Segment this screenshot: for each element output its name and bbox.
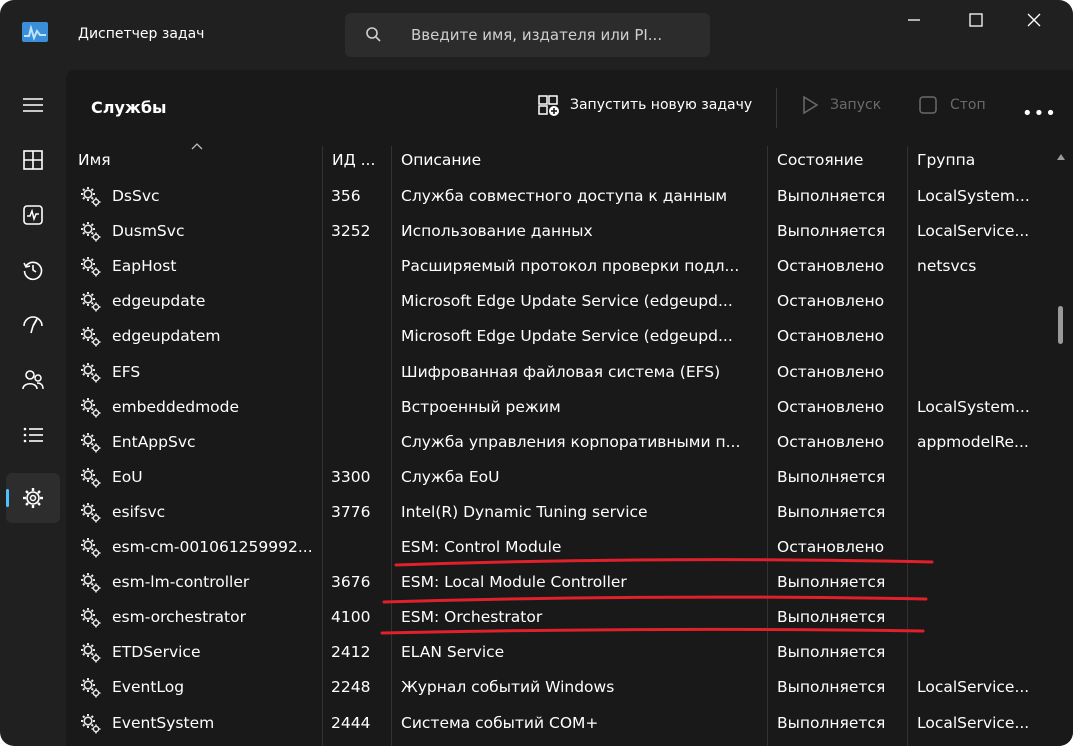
minimize-icon[interactable] — [894, 6, 934, 34]
search-icon — [366, 27, 381, 42]
app-history-icon — [23, 261, 43, 281]
search-placeholder: Введите имя, издателя или PI... — [411, 26, 663, 44]
red-underline — [382, 595, 928, 604]
users-icon — [22, 370, 44, 390]
maximize-icon[interactable] — [956, 6, 996, 34]
sidebar-item-details[interactable] — [6, 410, 60, 460]
sidebar-item-services[interactable] — [6, 473, 60, 523]
sidebar-item-startup[interactable] — [6, 300, 60, 350]
services-panel: Службы Запустить новую задачу Запуск Сто… — [66, 70, 1073, 746]
sidebar-item-users[interactable] — [6, 355, 60, 405]
red-underline-annotations — [380, 558, 934, 635]
scrollbar-thumb[interactable] — [1058, 306, 1063, 344]
performance-icon — [23, 205, 43, 225]
processes-icon — [23, 150, 43, 170]
search-box[interactable]: Введите имя, издателя или PI... — [345, 13, 710, 57]
hamburger-menu-icon — [23, 98, 43, 112]
sidebar-item-app-history[interactable] — [6, 245, 60, 295]
details-icon — [23, 427, 43, 443]
sidebar-menu-button[interactable] — [6, 80, 60, 130]
window-title: Диспетчер задач — [78, 26, 205, 42]
startup-apps-icon — [23, 316, 43, 334]
vertical-scrollbar[interactable] — [1054, 146, 1068, 746]
close-icon[interactable] — [1014, 6, 1054, 34]
task-manager-app-icon — [22, 22, 48, 42]
red-underline — [394, 558, 934, 567]
services-icon — [23, 488, 43, 508]
scroll-up-icon[interactable] — [1054, 150, 1068, 164]
task-manager-window: Диспетчер задач Введите имя, издателя ил… — [0, 0, 1073, 746]
sidebar-item-performance[interactable] — [6, 190, 60, 240]
sidebar-item-processes[interactable] — [6, 135, 60, 185]
red-underline — [380, 627, 925, 635]
